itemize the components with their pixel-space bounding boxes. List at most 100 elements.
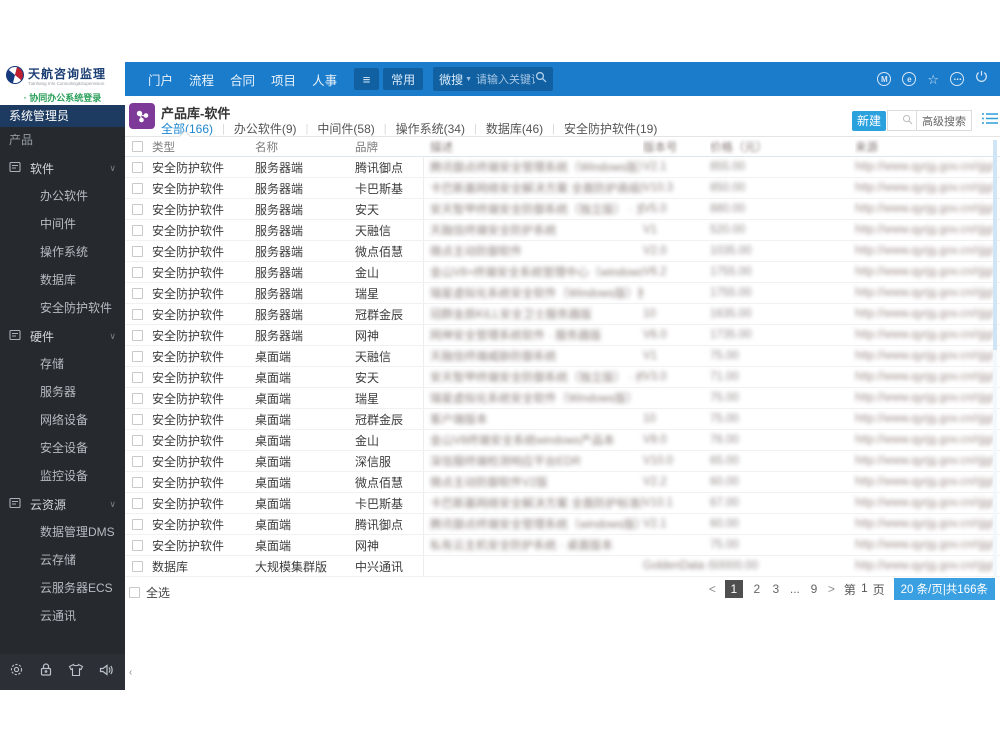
sidebar-item-2-0[interactable]: 数据管理DMS [0, 518, 125, 546]
tab-2[interactable]: 中间件(58) [317, 120, 374, 137]
nav-item-3[interactable]: 项目 [271, 70, 296, 89]
new-button[interactable]: 新建 [852, 111, 886, 131]
tab-1[interactable]: 办公软件(9) [234, 120, 297, 137]
search-icon[interactable] [535, 70, 547, 88]
theme-shirt-icon[interactable] [68, 663, 84, 682]
global-search-input[interactable]: 请输入关键词搜 [476, 71, 535, 87]
row-checkbox[interactable] [131, 308, 143, 320]
page-button-1[interactable]: 1 [724, 580, 743, 598]
table-row[interactable]: 安全防护软件 桌面端 腾讯御点腾讯御点终端安全管理系统（windows版）V2.1版… [125, 514, 1000, 535]
table-row[interactable]: 安全防护软件 服务器端 卡巴斯基卡巴斯基网络安全解决方案 全面防护高级版 KESB.… [125, 178, 1000, 199]
nav-item-4[interactable]: 人事 [312, 70, 337, 89]
row-checkbox[interactable] [131, 287, 143, 299]
sidebar-item-2-3[interactable]: 云通讯 [0, 602, 125, 630]
row-checkbox[interactable] [131, 182, 143, 194]
sidebar-item-1-3[interactable]: 安全设备 [0, 434, 125, 462]
table-row[interactable]: 安全防护软件 服务器端 瑞星瑞星虚拟化系统安全软件（Windows版）独立版本 175… [125, 283, 1000, 304]
table-row[interactable]: 安全防护软件 桌面端 安天安天智甲终端安全防御系统（独立版） · 终端防护V3.0 7… [125, 367, 1000, 388]
table-row[interactable]: 安全防护软件 桌面端 天融信 天融信终端威胁防御系统 V1 75.00 http://www… [125, 346, 1000, 367]
sidebar-item-0-1[interactable]: 中间件 [0, 210, 125, 238]
lock-icon[interactable] [39, 662, 53, 682]
tab-5[interactable]: 安全防护软件(19) [564, 120, 657, 137]
row-checkbox[interactable] [131, 560, 143, 572]
sidebar-section-product[interactable]: 产品 [0, 127, 125, 154]
table-row[interactable]: 安全防护软件 服务器端 网神 网神安全管理系统软件 · 服务器版 V6.0 1735.00… [125, 325, 1000, 346]
sidebar-item-0-4[interactable]: 安全防护软件 [0, 294, 125, 322]
row-checkbox[interactable] [131, 476, 143, 488]
table-row[interactable]: 安全防护软件 桌面端 微点佰慧 微点主动防御软件V2版 V2.2 60.00 http://… [125, 472, 1000, 493]
m-badge-icon[interactable]: M [877, 72, 892, 86]
sidebar-group-1[interactable]: 硬件 ∨ [0, 322, 125, 350]
list-view-icon[interactable] [982, 112, 998, 130]
row-checkbox[interactable] [131, 539, 143, 551]
nav-menu-icon[interactable]: ≡ [354, 68, 380, 90]
tab-4[interactable]: 数据库(46) [486, 120, 543, 137]
sidebar-item-1-0[interactable]: 存储 [0, 350, 125, 378]
favorite-star-icon[interactable]: ☆ [927, 73, 939, 86]
row-checkbox[interactable] [131, 245, 143, 257]
nav-item-1[interactable]: 流程 [189, 70, 214, 89]
table-row[interactable]: 安全防护软件 桌面端 瑞星 瑞星虚拟化系统安全软件（Windows版） 75.00 htt… [125, 388, 1000, 409]
sidebar-item-2-1[interactable]: 云存储 [0, 546, 125, 574]
table-row[interactable]: 安全防护软件 桌面端 冠群金辰 客户端版本 10 75.00 http://www.qyrj… [125, 409, 1000, 430]
volume-icon[interactable] [99, 663, 114, 682]
row-checkbox[interactable] [131, 518, 143, 530]
sidebar-group-0[interactable]: 软件 ∨ [0, 154, 125, 182]
office-login-link[interactable]: · 协同办公系统登录 [0, 91, 125, 104]
scrollbar-thumb[interactable] [993, 140, 997, 350]
page-button-3[interactable]: 3 [771, 582, 781, 596]
row-checkbox[interactable] [131, 371, 143, 383]
sidebar-item-2-2[interactable]: 云服务器ECS [0, 574, 125, 602]
page-jump-number[interactable]: 1 [861, 581, 868, 598]
row-checkbox[interactable] [131, 497, 143, 509]
next-page-button[interactable]: > [828, 582, 835, 596]
row-checkbox[interactable] [131, 161, 143, 173]
table-row[interactable]: 安全防护软件 服务器端 冠群金辰 冠群金辰KILL安全卫士服务器版 10 1635.00 h… [125, 304, 1000, 325]
sidebar-item-0-2[interactable]: 操作系统 [0, 238, 125, 266]
table-row[interactable]: 安全防护软件 服务器端 安天安天智甲终端安全防御系统（独立版） · 支持国产化平台V… [125, 199, 1000, 220]
sidebar-item-0-3[interactable]: 数据库 [0, 266, 125, 294]
table-row[interactable]: 安全防护软件 桌面端 深信服 深信服终端检测响应平台EDR V10.0 65.00 http… [125, 451, 1000, 472]
table-row[interactable]: 安全防护软件 桌面端 金山 金山V8终端安全系统windows产品本 V9.0 76.00… [125, 430, 1000, 451]
row-checkbox[interactable] [131, 413, 143, 425]
sidebar-item-1-1[interactable]: 服务器 [0, 378, 125, 406]
collapse-chevron-icon[interactable]: ‹ [129, 667, 132, 678]
tab-3[interactable]: 操作系统(34) [396, 120, 465, 137]
row-checkbox[interactable] [131, 203, 143, 215]
table-row[interactable]: 安全防护软件 桌面端 卡巴斯基卡巴斯基网络安全解决方案 全面防护标准版（KES） ·… [125, 493, 1000, 514]
prev-page-button[interactable]: < [709, 582, 716, 596]
table-row[interactable]: 安全防护软件 服务器端 腾讯御点 腾讯御点终端安全管理系统（Windows版） V2.1… [125, 157, 1000, 178]
settings-gear-icon[interactable] [9, 662, 24, 682]
page-jump[interactable]: 第 1 页 [844, 581, 885, 598]
page-size-summary-badge[interactable]: 20 条/页|共166条 [893, 578, 995, 600]
select-all-checkbox[interactable] [129, 587, 140, 598]
row-checkbox[interactable] [131, 350, 143, 362]
table-row[interactable]: 安全防护软件 服务器端 金山金山V8+终端安全系统管理中心（windows版本独立）… [125, 262, 1000, 283]
sidebar-item-1-2[interactable]: 网络设备 [0, 406, 125, 434]
page-button-2[interactable]: 2 [752, 582, 762, 596]
global-search-widget[interactable]: 微搜 ▼ 请输入关键词搜 [433, 67, 554, 91]
advanced-search-button[interactable]: 高级搜索 [916, 111, 971, 130]
more-icon[interactable]: ⋯ [950, 72, 964, 86]
row-checkbox[interactable] [131, 455, 143, 467]
table-row[interactable]: 安全防护软件 服务器端 天融信 天融信终端安全防护系统 V1 520.00 http://w… [125, 220, 1000, 241]
sidebar-item-0-0[interactable]: 办公软件 [0, 182, 125, 210]
page-button-...[interactable]: ... [790, 582, 800, 596]
table-row[interactable]: 数据库 大规模集群版 中兴通讯 GoldenData s...50000.00 http… [125, 556, 1000, 577]
nav-common-button[interactable]: 常用 [383, 68, 424, 90]
table-row[interactable]: 安全防护软件 桌面端 网神 私有云主机安全防护系统 · 桌面版本 75.00 http:/… [125, 535, 1000, 556]
row-checkbox[interactable] [131, 266, 143, 278]
search-scope-dropdown[interactable]: 微搜 [439, 71, 463, 88]
nav-item-2[interactable]: 合同 [230, 70, 255, 89]
power-icon[interactable] [975, 70, 988, 88]
row-checkbox[interactable] [131, 434, 143, 446]
row-checkbox[interactable] [131, 224, 143, 236]
table-search-input[interactable] [888, 111, 916, 130]
nav-item-0[interactable]: 门户 [148, 70, 173, 89]
row-checkbox[interactable] [131, 392, 143, 404]
sidebar-group-2[interactable]: 云资源 ∨ [0, 490, 125, 518]
row-checkbox[interactable] [131, 329, 143, 341]
table-row[interactable]: 安全防护软件 服务器端 微点佰慧 微点主动防御软件 V2.0 1035.00 http://… [125, 241, 1000, 262]
header-checkbox[interactable] [131, 141, 143, 152]
page-button-9[interactable]: 9 [809, 582, 819, 596]
